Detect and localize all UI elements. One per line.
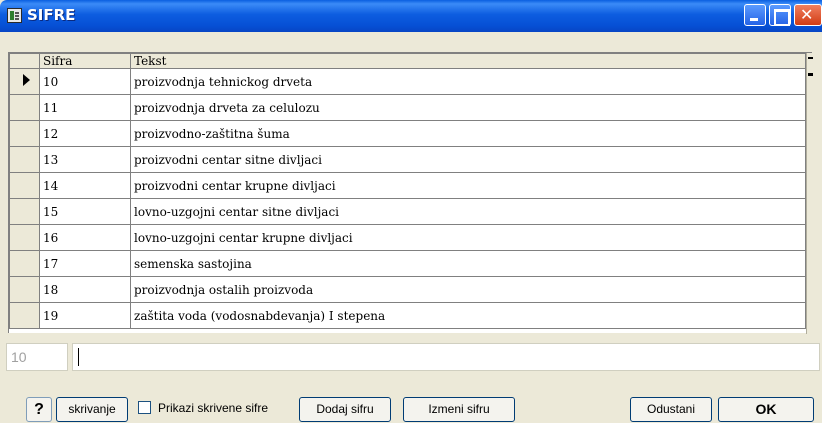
cell-tekst[interactable]: proizvodni centar krupne divljaci: [130, 172, 806, 199]
row-indicator[interactable]: [9, 146, 40, 173]
table-row[interactable]: 15 lovno-uzgojni centar sitne divljaci: [9, 198, 806, 225]
current-row-arrow-icon: [23, 74, 30, 86]
table-row[interactable]: 19 zaštita voda (vodosnabdevanja) I step…: [9, 302, 806, 329]
help-button[interactable]: ?: [26, 397, 52, 422]
show-hidden-label[interactable]: Prikazi skrivene sifre: [158, 401, 268, 415]
row-indicator[interactable]: [9, 94, 40, 121]
text-field[interactable]: [72, 343, 820, 371]
table-row[interactable]: 10 proizvodnja tehnickog drveta: [9, 68, 806, 95]
minimize-icon[interactable]: [744, 4, 766, 26]
row-indicator[interactable]: [9, 276, 40, 303]
sifre-window: SIFRE Sifra Tekst 10 proizvodnja tehnick…: [0, 0, 822, 423]
column-header-tekst[interactable]: Tekst: [130, 53, 806, 69]
app-icon: [7, 8, 22, 23]
table-row[interactable]: 18 proizvodnja ostalih proizvoda: [9, 276, 806, 303]
cell-tekst[interactable]: proizvodnja tehnickog drveta: [130, 68, 806, 95]
cell-sifra[interactable]: 12: [39, 120, 131, 147]
cell-sifra[interactable]: 19: [39, 302, 131, 329]
cell-sifra[interactable]: 16: [39, 224, 131, 251]
table-row[interactable]: 12 proizvodno-zaštitna šuma: [9, 120, 806, 147]
row-indicator[interactable]: [9, 302, 40, 329]
vertical-scrollbar[interactable]: [806, 53, 813, 334]
sifre-table: Sifra Tekst 10 proizvodnja tehnickog drv…: [9, 53, 806, 329]
row-indicator[interactable]: [9, 172, 40, 199]
column-header-sifra[interactable]: Sifra: [39, 53, 131, 69]
row-indicator[interactable]: [9, 224, 40, 251]
cancel-button[interactable]: Odustani: [630, 397, 712, 422]
table-row[interactable]: 11 proizvodnja drveta za celulozu: [9, 94, 806, 121]
cell-sifra[interactable]: 11: [39, 94, 131, 121]
cell-tekst[interactable]: proizvodnja ostalih proizvoda: [130, 276, 806, 303]
cell-sifra[interactable]: 10: [39, 68, 131, 95]
row-indicator[interactable]: [9, 198, 40, 225]
table-row[interactable]: 14 proizvodni centar krupne divljaci: [9, 172, 806, 199]
data-grid[interactable]: Sifra Tekst 10 proizvodnja tehnickog drv…: [8, 52, 813, 334]
close-icon[interactable]: [794, 4, 822, 26]
cell-sifra[interactable]: 17: [39, 250, 131, 277]
cell-tekst[interactable]: proizvodno-zaštitna šuma: [130, 120, 806, 147]
code-field[interactable]: 10: [6, 343, 68, 371]
cell-tekst[interactable]: semenska sastojina: [130, 250, 806, 277]
add-code-button[interactable]: Dodaj sifru: [299, 397, 391, 422]
cell-tekst[interactable]: zaštita voda (vodosnabdevanja) I stepena: [130, 302, 806, 329]
title-bar[interactable]: SIFRE: [0, 0, 822, 32]
cell-tekst[interactable]: proizvodnja drveta za celulozu: [130, 94, 806, 121]
row-indicator-header: [9, 53, 40, 69]
window-title: SIFRE: [27, 6, 76, 24]
cell-tekst[interactable]: lovno-uzgojni centar krupne divljaci: [130, 224, 806, 251]
cell-sifra[interactable]: 14: [39, 172, 131, 199]
row-indicator[interactable]: [9, 250, 40, 277]
row-indicator[interactable]: [9, 120, 40, 147]
show-hidden-checkbox[interactable]: [138, 401, 151, 414]
ok-button[interactable]: OK: [718, 397, 814, 422]
header-row: Sifra Tekst: [9, 53, 806, 69]
cell-sifra[interactable]: 13: [39, 146, 131, 173]
row-indicator[interactable]: [9, 68, 40, 95]
cell-sifra[interactable]: 15: [39, 198, 131, 225]
table-row[interactable]: 17 semenska sastojina: [9, 250, 806, 277]
cell-sifra[interactable]: 18: [39, 276, 131, 303]
table-row[interactable]: 16 lovno-uzgojni centar krupne divljaci: [9, 224, 806, 251]
maximize-icon[interactable]: [769, 4, 791, 26]
edit-code-button[interactable]: Izmeni sifru: [403, 397, 515, 422]
cell-tekst[interactable]: proizvodni centar sitne divljaci: [130, 146, 806, 173]
cell-tekst[interactable]: lovno-uzgojni centar sitne divljaci: [130, 198, 806, 225]
hide-button[interactable]: skrivanje: [56, 397, 128, 422]
table-row[interactable]: 13 proizvodni centar sitne divljaci: [9, 146, 806, 173]
